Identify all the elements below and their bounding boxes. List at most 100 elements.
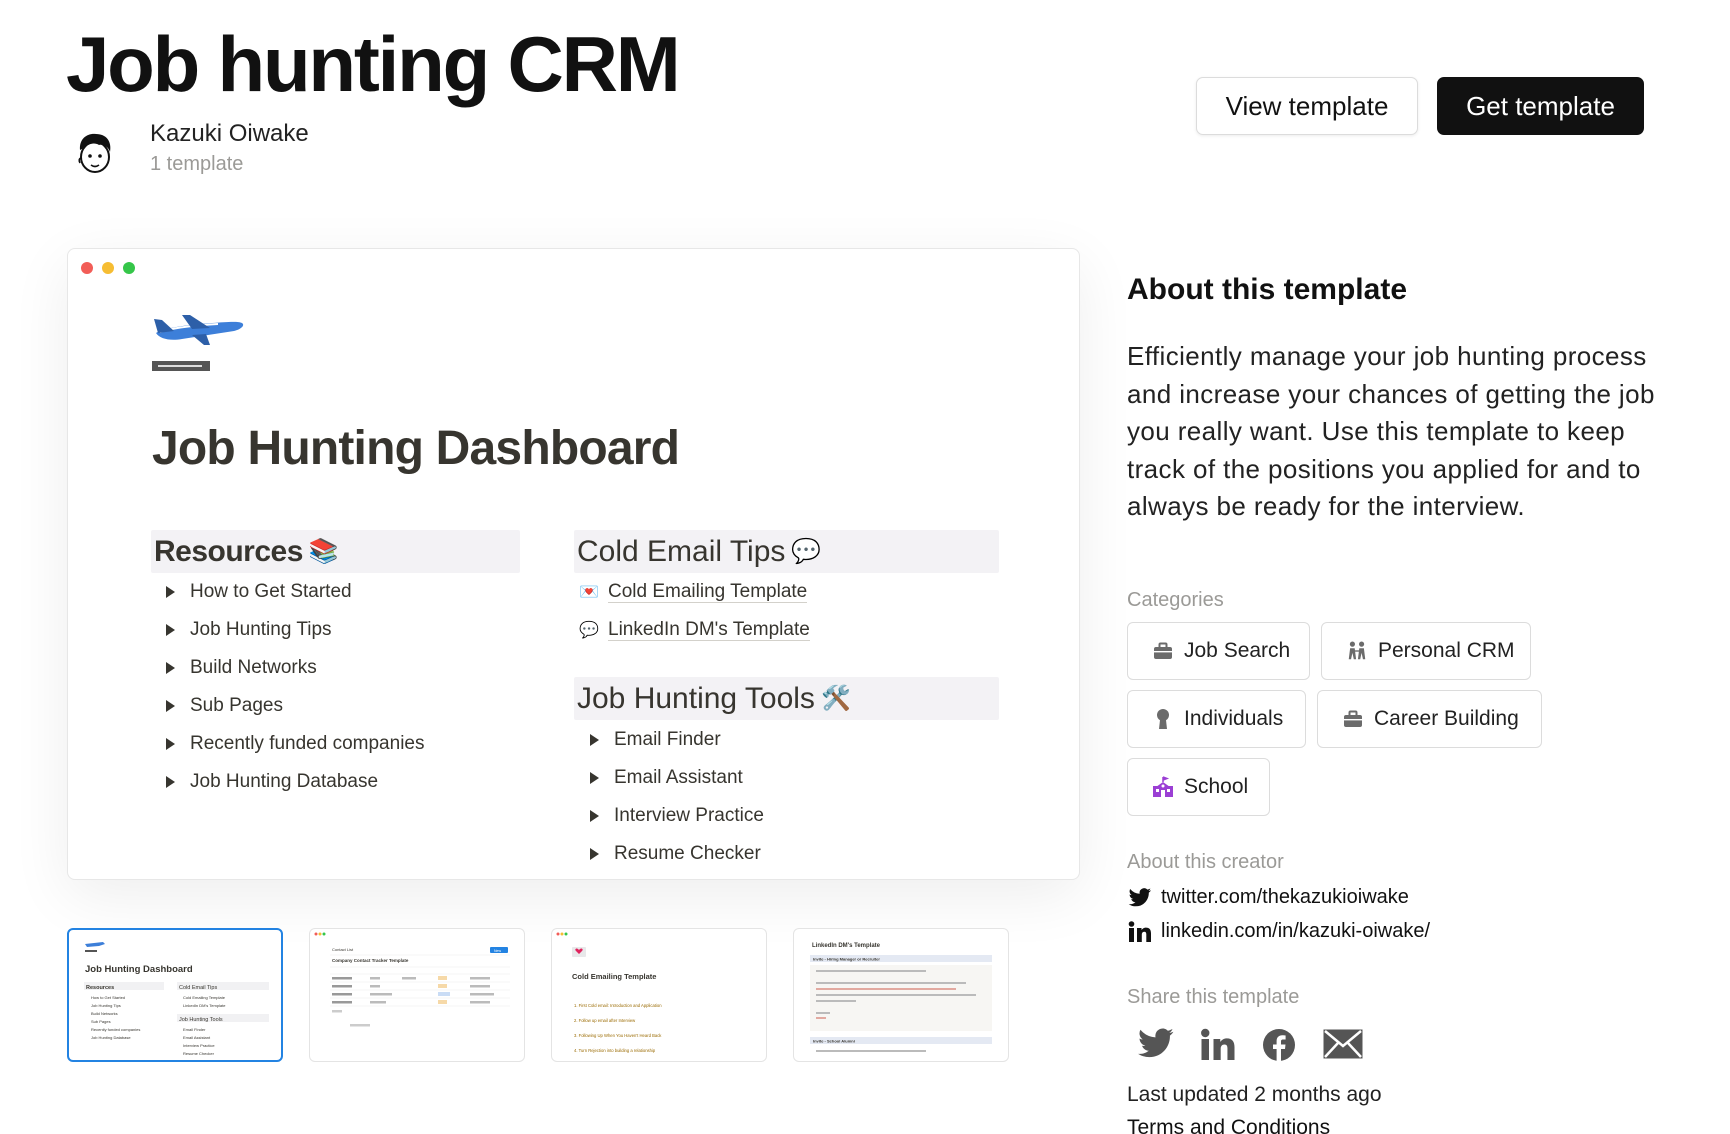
cold-email-heading: Cold Email Tips 💬	[574, 530, 999, 573]
category-chip-job-search[interactable]: Job Search	[1127, 622, 1310, 680]
toggle-arrow-icon[interactable]	[590, 772, 599, 784]
about-creator-label: About this creator	[1127, 851, 1284, 873]
tools-item[interactable]: Email Assistant	[580, 759, 764, 797]
toggle-arrow-icon[interactable]	[166, 624, 175, 636]
toggle-arrow-icon[interactable]	[166, 776, 175, 788]
thumb-line: 2. Follow up email after Interview	[574, 1018, 636, 1023]
resources-item[interactable]: Job Hunting Database	[156, 763, 424, 801]
tools-heading-text: Job Hunting Tools	[577, 681, 815, 715]
twitter-icon[interactable]	[1137, 1028, 1175, 1065]
speech-bubble-icon: 💬	[579, 622, 599, 639]
get-template-button[interactable]: Get template	[1437, 77, 1644, 135]
category-chip-label: Career Building	[1374, 707, 1519, 730]
about-description: Efficiently manage your job hunting proc…	[1127, 341, 1655, 521]
briefcase-icon	[1342, 708, 1364, 730]
tools-item-label: Interview Practice	[614, 805, 764, 826]
resources-item-label: Recently funded companies	[190, 733, 425, 754]
view-template-button[interactable]: View template	[1196, 77, 1418, 135]
tools-item[interactable]: Interview Practice	[580, 797, 764, 835]
resources-item[interactable]: Sub Pages	[156, 687, 424, 725]
books-icon: 📚	[308, 538, 339, 565]
categories-label: Categories	[1127, 589, 1224, 611]
tools-icon: 🛠️	[820, 685, 851, 712]
cold-email-link[interactable]: 💬 LinkedIn DM's Template	[578, 611, 810, 649]
thumbnail-linkedin-dm[interactable]: LinkedIn DM's Template Invite - Hiring M…	[793, 928, 1009, 1062]
about-title: About this template	[1127, 273, 1408, 306]
linkedin-icon	[1127, 920, 1153, 943]
creator-template-count: 1 template	[150, 153, 244, 176]
cold-email-link-label[interactable]: LinkedIn DM's Template	[608, 619, 810, 642]
thumb-line: Sub Pages	[91, 1019, 111, 1024]
tools-item-label: Email Finder	[614, 729, 721, 750]
thumbnail-cold-emailing[interactable]: Cold Emailing Template 1. First Cold ema…	[551, 928, 767, 1062]
resources-item[interactable]: Recently funded companies	[156, 725, 424, 763]
cold-email-link-label[interactable]: Cold Emailing Template	[608, 581, 808, 604]
resources-item[interactable]: Job Hunting Tips	[156, 611, 424, 649]
template-preview[interactable]: Job Hunting Dashboard Resources 📚 How to…	[67, 248, 1080, 880]
tools-list: Email Finder Email Assistant Interview P…	[580, 721, 764, 873]
resources-heading: Resources 📚	[151, 530, 520, 573]
thumbnail-dashboard[interactable]: Job Hunting Dashboard Resources How to G…	[67, 928, 283, 1062]
briefcase-icon	[1152, 640, 1174, 662]
thumb-line: 1. First Cold email: Introduction and Ap…	[574, 1003, 662, 1008]
creator-avatar[interactable]	[70, 128, 120, 178]
tools-item-label: Email Assistant	[614, 767, 743, 788]
heart-letter-icon: 💌	[579, 584, 599, 601]
resources-item-label: How to Get Started	[190, 581, 352, 602]
toggle-arrow-icon[interactable]	[166, 700, 175, 712]
speech-bubble-icon: 💬	[791, 538, 822, 565]
category-chip-individuals[interactable]: Individuals	[1127, 690, 1306, 748]
cold-email-links: 💌 Cold Emailing Template 💬 LinkedIn DM's T…	[578, 573, 810, 649]
toggle-arrow-icon[interactable]	[590, 734, 599, 746]
toggle-arrow-icon[interactable]	[166, 738, 175, 750]
creator-info[interactable]: Kazuki Oiwake 1 template	[70, 118, 309, 178]
thumbnail-contact-tracker[interactable]: Contact List New Company Contact Tracker…	[309, 928, 525, 1062]
page-title: Job hunting CRM	[66, 20, 681, 108]
category-chip-school[interactable]: School	[1127, 758, 1270, 816]
thumb-heading: Cold Email Tips	[179, 985, 217, 991]
tools-item[interactable]: Resume Checker	[580, 835, 764, 873]
tools-item-label: Resume Checker	[614, 843, 761, 864]
toggle-arrow-icon[interactable]	[590, 810, 599, 822]
thumb-line: Job Hunting Tips	[91, 1003, 121, 1008]
thumb-line: Build Networks	[91, 1011, 118, 1016]
linkedin-link-label[interactable]: linkedin.com/in/kazuki-oiwake/	[1161, 920, 1430, 943]
email-icon[interactable]	[1322, 1028, 1364, 1065]
thumb-line: Recently funded companies	[91, 1027, 140, 1032]
resources-list: How to Get Started Job Hunting Tips Buil…	[156, 573, 424, 801]
terms-link[interactable]: Terms and Conditions	[1127, 1116, 1330, 1134]
window-minimize-dot	[102, 262, 114, 274]
resources-item-label: Job Hunting Tips	[190, 619, 332, 640]
twitter-link-label[interactable]: twitter.com/thekazukioiwake	[1161, 886, 1409, 909]
category-chip-career-building[interactable]: Career Building	[1317, 690, 1542, 748]
thumb-line: Resume Checker	[183, 1051, 215, 1056]
cold-email-link[interactable]: 💌 Cold Emailing Template	[578, 573, 810, 611]
school-icon	[1152, 776, 1174, 798]
resources-item[interactable]: How to Get Started	[156, 573, 424, 611]
thumb-line: Email Finder	[183, 1027, 206, 1032]
toggle-arrow-icon[interactable]	[590, 848, 599, 860]
category-chip-personal-crm[interactable]: Personal CRM	[1321, 622, 1531, 680]
resources-item[interactable]: Build Networks	[156, 649, 424, 687]
twitter-icon	[1127, 887, 1153, 908]
thumb-line: Email Assistant	[183, 1035, 211, 1040]
resources-item-label: Build Networks	[190, 657, 317, 678]
thumb-heading: Invite - School Alumni	[813, 1039, 855, 1044]
facebook-icon[interactable]	[1262, 1028, 1296, 1067]
thumb-line: LinkedIn DM's Template	[183, 1003, 226, 1008]
twitter-link[interactable]: twitter.com/thekazukioiwake	[1127, 886, 1409, 909]
window-maximize-dot	[123, 262, 135, 274]
thumb-title: Cold Emailing Template	[572, 972, 656, 981]
thumb-heading: Resources	[86, 985, 114, 991]
toggle-arrow-icon[interactable]	[166, 586, 175, 598]
window-close-dot	[81, 262, 93, 274]
thumb-button: New	[494, 949, 501, 953]
creator-name[interactable]: Kazuki Oiwake	[150, 118, 309, 149]
linkedin-icon[interactable]	[1200, 1028, 1236, 1067]
linkedin-link[interactable]: linkedin.com/in/kazuki-oiwake/	[1127, 920, 1430, 943]
person-icon	[1152, 708, 1174, 730]
tools-item[interactable]: Email Finder	[580, 721, 764, 759]
thumb-line: 4. Turn Rejection into building a relati…	[574, 1048, 656, 1053]
toggle-arrow-icon[interactable]	[166, 662, 175, 674]
people-icon	[1346, 640, 1368, 662]
